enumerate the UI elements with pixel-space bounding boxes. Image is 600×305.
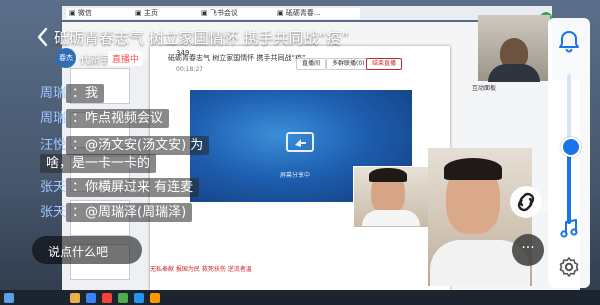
chat-message: 啥，是一卡一卡的 [40, 152, 157, 173]
chat-message: 汪悦 ：@汤文安(汤文安) 为 [40, 134, 210, 155]
chat-text: 啥，是一卡一卡的 [40, 154, 157, 173]
browser-tab[interactable]: ▣ 主页 [132, 8, 198, 19]
more-button[interactable]: ··· [512, 234, 544, 266]
participant-hair [369, 168, 407, 182]
stream-title: 砥砺青春志气 树立家国情怀 携手共同战“疫” [54, 29, 350, 47]
live-room-button[interactable]: 直播间 [296, 58, 327, 70]
host-name[interactable]: 代新宇 [80, 51, 110, 66]
chat-text: ：我 [66, 84, 105, 103]
browser-tab[interactable]: ▣ 砥砺青春... [274, 8, 360, 19]
chat-author[interactable]: 张天 [40, 180, 66, 195]
chat-author[interactable]: 张天 [40, 205, 66, 220]
participant-body [362, 210, 420, 226]
app-icon[interactable] [134, 293, 144, 303]
app-icon[interactable] [150, 293, 160, 303]
multi-group-button[interactable]: 多群联播(0) [326, 58, 371, 70]
settings-gear-icon[interactable] [556, 256, 582, 278]
chat-message: 张天 ：你横屏过来 有连麦 [40, 176, 200, 197]
screen-share-label: 屏幕分享中 [280, 172, 311, 179]
host-body [488, 64, 540, 82]
chat-message: 周瑞 ：咋点视频会议 [40, 107, 170, 128]
chat-text: ：@周瑞泽(周瑞泽) [66, 203, 193, 222]
browser-tab[interactable]: ▣ 飞书会议 [198, 8, 274, 19]
screen-share-icon [286, 132, 314, 152]
presenter-hair [444, 158, 502, 180]
browser-icon[interactable] [86, 293, 96, 303]
music-note-icon[interactable] [558, 218, 580, 240]
link-icon [517, 192, 535, 212]
slide-footer-links: 无私奉献 报国为民 救死扶伤 逆流者温 [150, 266, 252, 273]
chat-author[interactable]: 周瑞 [40, 86, 66, 101]
live-badge: 直播中 [108, 51, 144, 66]
start-icon[interactable] [4, 293, 14, 303]
chat-text: ：咋点视频会议 [66, 109, 170, 128]
browser-tab[interactable]: ▣ 微信 [66, 8, 132, 19]
folder-icon[interactable] [70, 293, 80, 303]
chat-author[interactable]: 周瑞 [40, 111, 66, 126]
chat-message: 周瑞 ：我 [40, 82, 105, 103]
volume-slider-handle[interactable] [561, 137, 581, 157]
link-share-button[interactable] [510, 186, 542, 218]
host-avatar[interactable]: 春杰 [56, 48, 76, 68]
chat-author[interactable]: 汪悦 [40, 138, 66, 153]
app-icon[interactable] [118, 293, 128, 303]
app-icon[interactable] [102, 293, 112, 303]
comment-placeholder[interactable]: 说点什么吧 [48, 243, 108, 260]
bell-icon[interactable] [556, 28, 582, 54]
back-arrow-icon[interactable] [36, 27, 48, 47]
chat-text: ：你横屏过来 有连麦 [66, 178, 200, 197]
chat-message: 张天 ：@周瑞泽(周瑞泽) [40, 201, 193, 222]
meeting-title: 砥砺青春志气 树立家国情怀 携手共同战“疫” [168, 54, 306, 62]
end-live-button[interactable]: 结束直播 [366, 58, 403, 70]
interaction-panel-title: 互动面板 [472, 85, 497, 92]
meeting-timer: 00:18:27 [176, 66, 203, 73]
